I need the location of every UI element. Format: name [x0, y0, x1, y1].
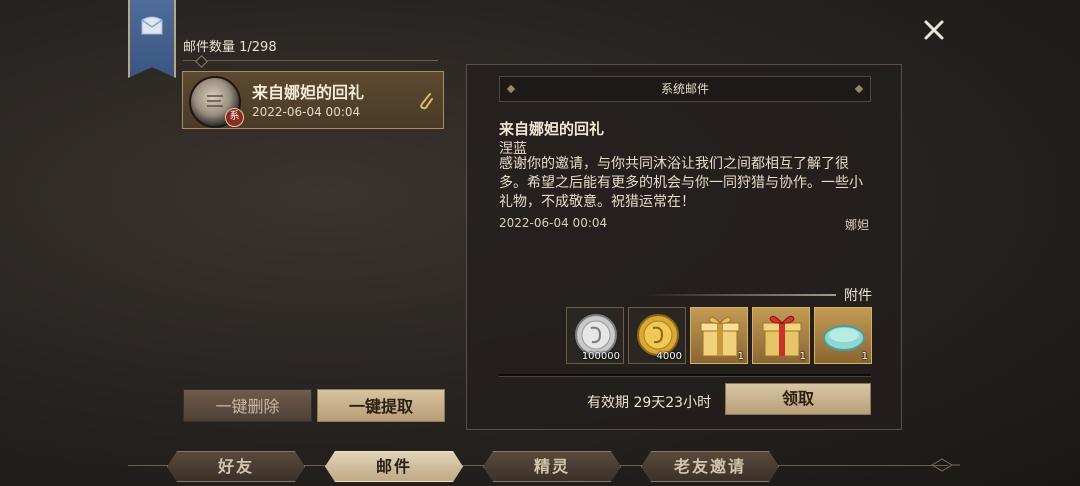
message-signature: 娜妲: [845, 218, 870, 232]
claim-button[interactable]: 领取: [725, 383, 871, 415]
delete-all-button[interactable]: 一键删除: [183, 389, 312, 422]
attachment-slot[interactable]: 1: [690, 307, 748, 364]
mail-type-label: 系统邮件: [660, 82, 709, 96]
mailbox-icon: [141, 16, 163, 35]
attachment-slot[interactable]: 1: [814, 307, 872, 364]
attachments-divider: [644, 294, 836, 296]
paperclip-icon: [420, 93, 433, 110]
mail-list-item[interactable]: 系 来自娜妲的回礼 2022-06-04 00:04: [182, 71, 444, 129]
attachment-count: 4000: [656, 351, 682, 362]
tab-mail[interactable]: 邮件: [325, 451, 463, 482]
mail-count: 邮件数量 1/298: [183, 40, 277, 55]
system-badge: 系: [225, 108, 244, 127]
attachment-count: 1: [861, 351, 868, 362]
scroll-icon: [207, 95, 223, 107]
panel-divider: [499, 374, 871, 377]
tab-friends[interactable]: 好友: [167, 451, 305, 482]
expiry-text: 有效期 29天23小时: [587, 395, 712, 411]
attachment-count: 1: [737, 351, 744, 362]
tab-spirits[interactable]: 精灵: [483, 451, 621, 482]
attachment-slot[interactable]: 100000: [566, 307, 624, 364]
close-icon[interactable]: [922, 18, 946, 42]
tab-rail-ornament: [931, 458, 960, 472]
attachment-slot[interactable]: 4000: [628, 307, 686, 364]
attachment-count: 100000: [581, 351, 620, 362]
divider: [183, 60, 438, 61]
mail-banner: [128, 0, 176, 78]
collect-all-button[interactable]: 一键提取: [317, 389, 445, 422]
attachments-label: 附件: [844, 288, 872, 304]
mail-item-date: 2022-06-04 00:04: [252, 105, 361, 119]
tab-invite-old-friends[interactable]: 老友邀请: [641, 451, 779, 482]
header-ornament-right: [854, 84, 864, 94]
mail-item-title: 来自娜妲的回礼: [252, 83, 365, 102]
message-body: 感谢你的邀请，与你共同沐浴让我们之间都相互了解了很多。希望之后能有更多的机会与你…: [499, 156, 863, 210]
header-ornament-left: [506, 84, 516, 94]
divider-ornament: [195, 55, 208, 68]
message-title: 来自娜妲的回礼: [499, 120, 605, 138]
message-date: 2022-06-04 00:04: [499, 216, 608, 230]
attachment-slot[interactable]: 1: [752, 307, 810, 364]
attachment-count: 1: [799, 351, 806, 362]
mail-detail-header: 系统邮件: [499, 76, 871, 102]
